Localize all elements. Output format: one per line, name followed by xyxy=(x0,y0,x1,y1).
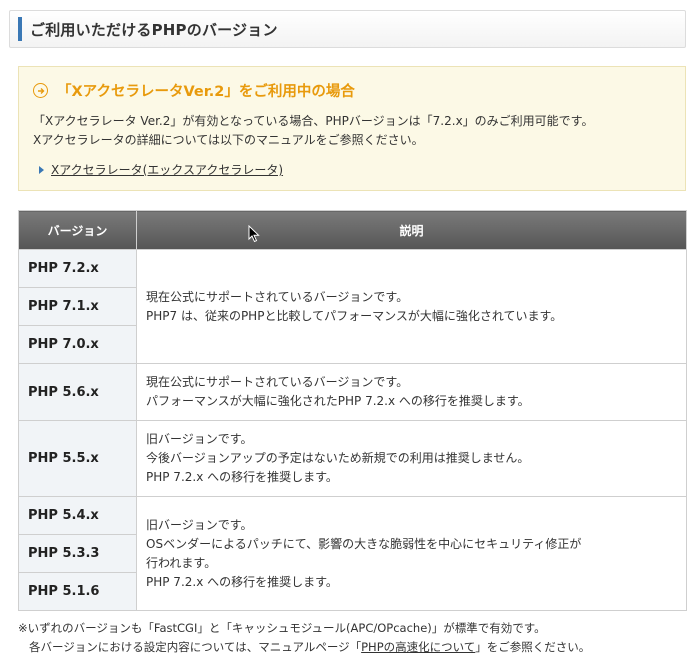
description-line: 旧バージョンです。 xyxy=(146,517,253,532)
footnote-line2: 各バージョンにおける設定内容については、マニュアルページ「PHPの高速化について… xyxy=(18,638,590,657)
description-line: 旧バージョンです。 xyxy=(146,432,253,446)
notice-title: 「XアクセラレータVer.2」をご利用中の場合 xyxy=(57,84,355,100)
description-line: 行われます。 xyxy=(146,555,217,570)
description-line: パフォーマンスが大幅に強化されたPHP 7.2.x への移行を推奨します。 xyxy=(146,394,530,408)
version-cell: PHP 5.1.6 xyxy=(18,572,137,611)
circle-arrow-icon xyxy=(33,83,48,98)
version-cell: PHP 7.1.x xyxy=(18,287,137,326)
mouse-cursor-icon xyxy=(248,225,260,243)
notice-text-line1: 「Xアクセラレータ Ver.2」が有効となっている場合、PHPバージョンは「7.… xyxy=(33,114,594,128)
header-accent-bar xyxy=(18,17,22,41)
triangle-right-icon xyxy=(39,165,44,174)
description-cell: 旧バージョンです。 OSベンダーによるパッチにて、影響の大きな脆弱性を中心にセキ… xyxy=(136,496,687,611)
table-header-row: バージョン 説明 xyxy=(18,210,687,250)
header-version: バージョン xyxy=(18,210,137,250)
description-line: PHP 7.2.x への移行を推奨します。 xyxy=(146,574,338,589)
description-line: 現在公式にサポートされているバージョンです。 xyxy=(146,375,409,389)
footnote-text: 各バージョンにおける設定内容については、マニュアルページ「 xyxy=(29,640,362,654)
php-speedup-link[interactable]: PHPの高速化について xyxy=(361,640,475,654)
section-header: ご利用いただけるPHPのバージョン xyxy=(9,10,686,48)
table-row: PHP 7.2.x 現在公式にサポートされているバージョンです。 PHP7 は、… xyxy=(18,249,687,364)
table-row: PHP 5.6.x 現在公式にサポートされているバージョンです。 パフォーマンス… xyxy=(18,363,687,421)
version-cell: PHP 7.2.x xyxy=(18,249,137,288)
description-line: 今後バージョンアップの予定はないため新規での利用は推奨しません。 xyxy=(146,451,530,465)
description-cell: 現在公式にサポートされているバージョンです。 PHP7 は、従来のPHPと比較し… xyxy=(136,249,687,364)
footnote-text: 」をご参照ください。 xyxy=(475,640,591,654)
table-row: PHP 5.4.x 旧バージョンです。 OSベンダーによるパッチにて、影響の大き… xyxy=(18,496,687,611)
description-cell: 現在公式にサポートされているバージョンです。 パフォーマンスが大幅に強化されたP… xyxy=(136,363,687,421)
version-cell: PHP 5.6.x xyxy=(18,363,137,421)
notice-text-line2: Xアクセラレータの詳細については以下のマニュアルをご参照ください。 xyxy=(33,133,424,147)
notice-heading: 「XアクセラレータVer.2」をご利用中の場合 xyxy=(33,80,355,101)
php-version-table: バージョン 説明 PHP 7.2.x 現在公式にサポートされているバージョンです… xyxy=(18,210,687,611)
version-cell: PHP 5.5.x xyxy=(18,420,137,497)
footnote: ※いずれのバージョンも「FastCGI」と「キャッシュモジュール(APC/OPc… xyxy=(18,619,590,657)
footnote-line1: ※いずれのバージョンも「FastCGI」と「キャッシュモジュール(APC/OPc… xyxy=(18,621,546,635)
notice-box: 「XアクセラレータVer.2」をご利用中の場合 「Xアクセラレータ Ver.2」… xyxy=(18,66,686,191)
version-cell: PHP 7.0.x xyxy=(18,325,137,364)
description-line: PHP 7.2.x への移行を推奨します。 xyxy=(146,470,338,484)
description-line: 現在公式にサポートされているバージョンです。 xyxy=(146,289,409,304)
description-cell: 旧バージョンです。 今後バージョンアップの予定はないため新規での利用は推奨しませ… xyxy=(136,420,687,497)
version-cell: PHP 5.4.x xyxy=(18,496,137,535)
x-accelerator-link[interactable]: Xアクセラレータ(エックスアクセラレータ) xyxy=(51,161,283,178)
version-cell: PHP 5.3.3 xyxy=(18,534,137,573)
description-line: PHP7 は、従来のPHPと比較してパフォーマンスが大幅に強化されています。 xyxy=(146,308,563,323)
description-line: OSベンダーによるパッチにて、影響の大きな脆弱性を中心にセキュリティ修正が xyxy=(146,536,582,551)
header-description: 説明 xyxy=(136,210,687,250)
page-title: ご利用いただけるPHPのバージョン xyxy=(30,20,278,39)
table-row: PHP 5.5.x 旧バージョンです。 今後バージョンアップの予定はないため新規… xyxy=(18,420,687,497)
notice-link-row[interactable]: Xアクセラレータ(エックスアクセラレータ) xyxy=(39,161,283,178)
